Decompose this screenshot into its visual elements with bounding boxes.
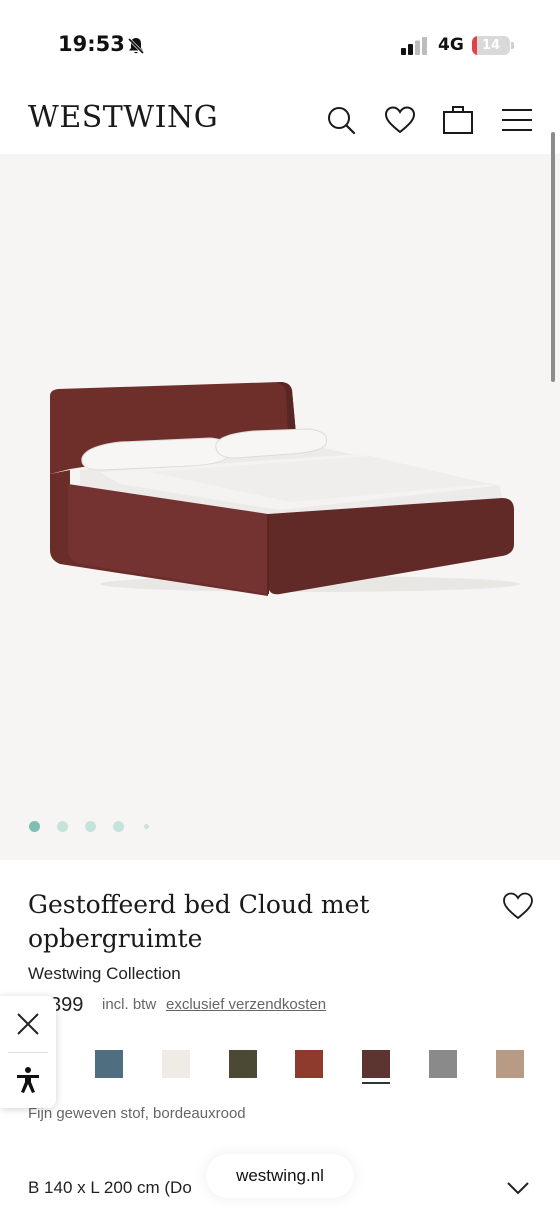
product-brand[interactable]: Westwing Collection — [28, 964, 181, 984]
vat-note: incl. btw — [102, 996, 157, 1013]
product-image-gallery[interactable] — [0, 154, 560, 860]
menu-icon[interactable] — [501, 104, 533, 136]
accessibility-icon[interactable] — [14, 1066, 42, 1094]
color-swatch-grey[interactable] — [429, 1050, 457, 1078]
signal-icon — [401, 37, 427, 55]
search-icon[interactable] — [325, 104, 357, 136]
gallery-dot[interactable] — [144, 824, 149, 829]
gallery-dot[interactable] — [85, 821, 96, 832]
chevron-down-icon[interactable] — [506, 1176, 530, 1200]
battery-icon: 14 — [472, 36, 510, 55]
site-header: WESTWING — [0, 92, 560, 154]
color-description: Fijn geweven stof, bordeauxrood — [28, 1105, 246, 1122]
accessibility-widget — [0, 996, 56, 1108]
color-swatch-off-white[interactable] — [162, 1050, 190, 1078]
bell-muted-icon — [127, 37, 145, 55]
heart-icon[interactable] — [384, 104, 416, 136]
network-type: 4G — [438, 35, 464, 55]
product-image-bed[interactable] — [40, 374, 520, 599]
color-swatch-taupe[interactable] — [496, 1050, 524, 1078]
page-scrollbar[interactable] — [551, 132, 555, 382]
gallery-dot[interactable] — [29, 821, 40, 832]
color-swatch-blue-grey[interactable] — [95, 1050, 123, 1078]
gallery-pagination — [28, 820, 168, 834]
shipping-costs-link[interactable]: exclusief verzendkosten — [166, 996, 326, 1013]
status-bar: 19:53 4G 14 — [0, 0, 560, 92]
shopping-bag-icon[interactable] — [442, 104, 474, 136]
westwing-logo[interactable]: WESTWING — [28, 100, 218, 135]
widget-divider — [8, 1052, 48, 1053]
size-selector[interactable]: B 140 x L 200 cm (Do — [28, 1178, 192, 1198]
gallery-dot[interactable] — [57, 821, 68, 832]
status-time: 19:53 — [58, 32, 125, 56]
color-swatch-rust-red[interactable] — [295, 1050, 323, 1078]
product-title: Gestoffeerd bed Cloud met opbergruimte — [28, 890, 370, 953]
battery-percentage: 14 — [481, 38, 501, 53]
add-to-wishlist-heart-icon[interactable] — [502, 890, 534, 922]
selected-swatch-indicator — [362, 1082, 390, 1084]
gallery-dot[interactable] — [113, 821, 124, 832]
color-swatch-olive[interactable] — [229, 1050, 257, 1078]
color-swatch-bordeaux[interactable] — [362, 1050, 390, 1078]
battery-tip — [511, 42, 514, 49]
close-icon[interactable] — [14, 1010, 42, 1038]
browser-url-bar[interactable]: westwing.nl — [206, 1154, 354, 1198]
